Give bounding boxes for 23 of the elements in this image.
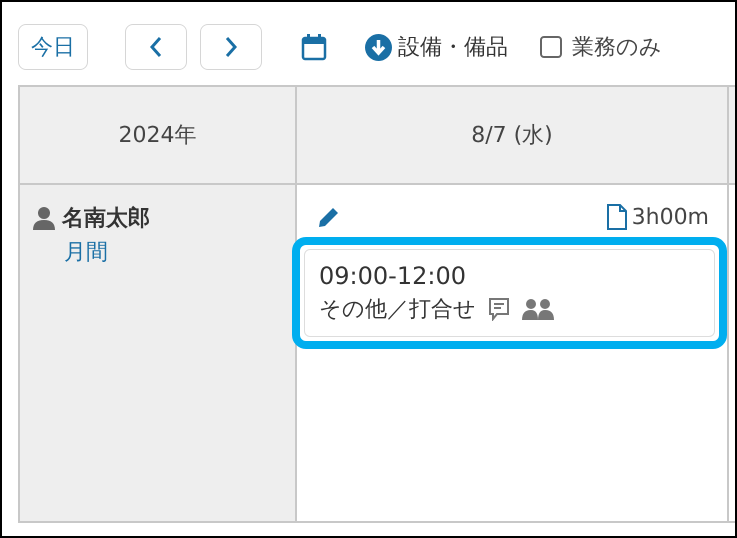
column-header: 8/7 (水) — [297, 87, 729, 185]
next-button[interactable] — [200, 24, 262, 70]
checkbox-label: 業務のみ — [572, 34, 662, 62]
resource-button[interactable]: 設備・備品 — [365, 32, 508, 62]
people-icon — [522, 298, 554, 320]
person-icon — [32, 206, 56, 230]
event-title: その他／打合せ — [319, 296, 476, 324]
monthly-link[interactable]: 月間 — [64, 237, 108, 267]
chevron-left-icon — [149, 36, 163, 58]
comment-icon — [488, 297, 510, 321]
chevron-right-icon — [224, 36, 238, 58]
person-name: 名南太郎 — [62, 204, 150, 233]
pencil-icon[interactable] — [317, 205, 341, 229]
document-icon — [606, 203, 628, 231]
download-circle-icon — [365, 34, 392, 60]
calendar-icon[interactable] — [300, 33, 328, 61]
event-card[interactable]: 09:00-12:00 その他／打合せ — [304, 249, 715, 337]
previous-button[interactable] — [125, 24, 187, 70]
checkbox[interactable] — [540, 36, 562, 58]
column-header: 2024年 — [20, 87, 297, 185]
today-button[interactable]: 今日 — [18, 24, 88, 70]
total-hours: 3h00m — [632, 204, 709, 230]
event-time: 09:00-12:00 — [319, 262, 467, 290]
